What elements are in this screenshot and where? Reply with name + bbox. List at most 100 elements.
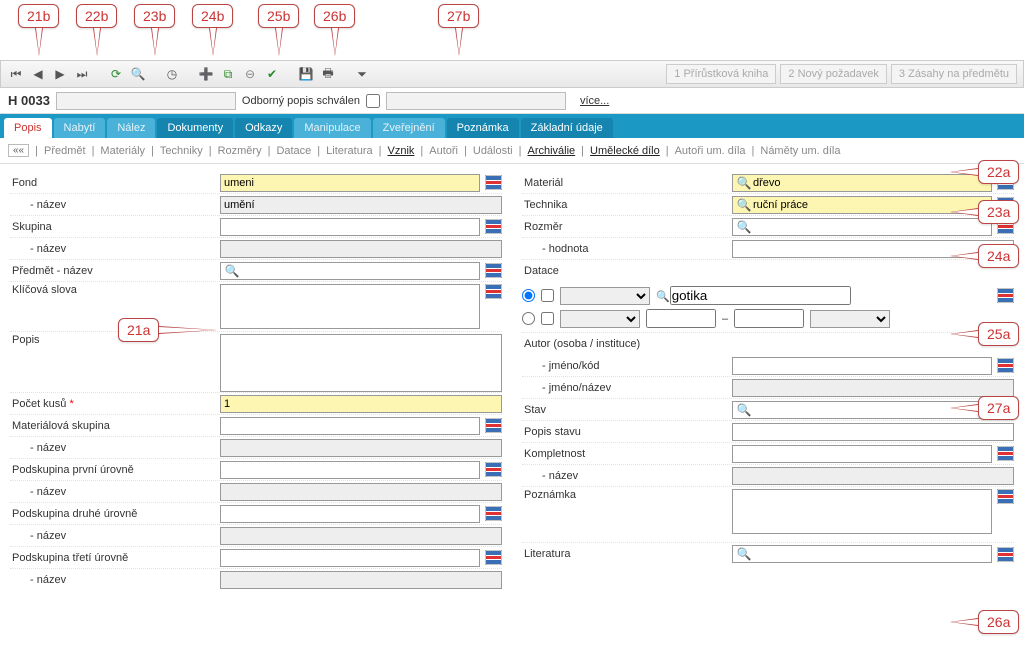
magnifier-icon[interactable]: 🔍 <box>735 196 753 214</box>
lookup-icon[interactable] <box>485 219 502 234</box>
datace-cb-2[interactable] <box>541 312 554 325</box>
btn-novy-pozadavek[interactable]: 2 Nový požadavek <box>780 64 887 84</box>
tab-odkazy[interactable]: Odkazy <box>235 118 292 138</box>
btn-zasahy[interactable]: 3 Zásahy na předmětu <box>891 64 1017 84</box>
pod1-input[interactable] <box>220 461 480 479</box>
lookup-icon[interactable] <box>485 462 502 477</box>
refresh-icon[interactable]: ⟳ <box>107 65 125 83</box>
subnav-autori[interactable]: Autoři <box>429 145 458 157</box>
tab-zverejneni[interactable]: Zveřejnění <box>373 118 445 138</box>
pocet-kusu-input[interactable] <box>220 395 502 413</box>
copy-icon[interactable]: ⧉ <box>219 65 237 83</box>
more-link[interactable]: více... <box>580 95 609 107</box>
lookup-icon[interactable] <box>485 418 502 433</box>
magnifier-icon[interactable]: 🔍 <box>223 262 241 280</box>
subnav-predmet[interactable]: Předmět <box>44 145 86 157</box>
datace-radio-1[interactable] <box>522 289 535 302</box>
material-input[interactable] <box>732 174 992 192</box>
save-icon[interactable]: 💾 <box>297 65 315 83</box>
first-icon[interactable]: ⏮ <box>7 65 25 83</box>
datace-text[interactable] <box>670 286 851 305</box>
next-icon[interactable]: ▶ <box>51 65 69 83</box>
fond-nazev-input[interactable] <box>220 196 502 214</box>
jmeno-kod-input[interactable] <box>732 357 992 375</box>
datace-select-2a[interactable] <box>560 310 640 328</box>
klicova-input[interactable] <box>220 284 480 329</box>
print-icon[interactable]: 🖶 <box>319 65 337 83</box>
literatura-input[interactable] <box>732 545 992 563</box>
kompletnost-input[interactable] <box>732 445 992 463</box>
prev-icon[interactable]: ◀ <box>29 65 47 83</box>
datace-cb-1[interactable] <box>541 289 554 302</box>
pod3-nazev-input[interactable] <box>220 571 502 589</box>
tab-manipulace[interactable]: Manipulace <box>294 118 370 138</box>
subnav-rozmery[interactable]: Rozměry <box>218 145 262 157</box>
datace-to[interactable] <box>734 309 804 328</box>
datace-radio-2[interactable] <box>522 312 535 325</box>
tab-nalez[interactable]: Nález <box>107 118 155 138</box>
lookup-icon[interactable] <box>997 489 1014 504</box>
filter-icon[interactable]: ⏷ <box>353 65 371 83</box>
magnifier-icon[interactable]: 🔍 <box>656 291 670 303</box>
skupina-input[interactable] <box>220 218 480 236</box>
pod2-nazev-input[interactable] <box>220 527 502 545</box>
lookup-icon[interactable] <box>997 547 1014 562</box>
magnifier-icon[interactable]: 🔍 <box>735 401 753 419</box>
poznamka-input[interactable] <box>732 489 992 534</box>
lookup-icon[interactable] <box>485 284 502 299</box>
datace-select-2b[interactable] <box>810 310 890 328</box>
clock-icon[interactable]: ◷ <box>163 65 181 83</box>
subnav-autori-um[interactable]: Autoři um. díla <box>675 145 746 157</box>
lookup-icon[interactable] <box>485 506 502 521</box>
subnav-materialy[interactable]: Materiály <box>100 145 145 157</box>
subnav-udalosti[interactable]: Události <box>473 145 513 157</box>
tab-zakladni[interactable]: Základní údaje <box>521 118 613 138</box>
magnifier-icon[interactable]: 🔍 <box>735 174 753 192</box>
subnav-back[interactable]: «« <box>8 144 29 157</box>
header-field-2[interactable] <box>386 92 566 110</box>
lookup-icon[interactable] <box>485 550 502 565</box>
predmet-nazev-input[interactable] <box>220 262 480 280</box>
search-icon[interactable]: 🔍 <box>129 65 147 83</box>
rozmer-input[interactable] <box>732 218 992 236</box>
subnav-archivalie[interactable]: Archiválie <box>527 145 575 157</box>
last-icon[interactable]: ⏭ <box>73 65 91 83</box>
pod3-input[interactable] <box>220 549 480 567</box>
pod1-nazev-input[interactable] <box>220 483 502 501</box>
lookup-icon[interactable] <box>485 175 502 190</box>
datace-select-1[interactable] <box>560 287 650 305</box>
header-row: H 0033 Odborný popis schválen více... <box>0 88 1024 114</box>
btn-prirustkova[interactable]: 1 Přírůstková kniha <box>666 64 776 84</box>
add-icon[interactable]: ➕ <box>197 65 215 83</box>
tab-poznamka[interactable]: Poznámka <box>447 118 519 138</box>
popis-stavu-input[interactable] <box>732 423 1014 441</box>
check-icon[interactable]: ✔ <box>263 65 281 83</box>
tab-dokumenty[interactable]: Dokumenty <box>157 118 233 138</box>
subnav-literatura[interactable]: Literatura <box>326 145 372 157</box>
approval-checkbox[interactable] <box>366 94 380 108</box>
subnav-techniky[interactable]: Techniky <box>160 145 203 157</box>
lookup-icon[interactable] <box>997 288 1014 303</box>
tab-nabyti[interactable]: Nabytí <box>54 118 106 138</box>
remove-icon[interactable]: ⊖ <box>241 65 259 83</box>
popis-input[interactable] <box>220 334 502 392</box>
lookup-icon[interactable] <box>997 446 1014 461</box>
lookup-icon[interactable] <box>485 263 502 278</box>
subnav-vznik[interactable]: Vznik <box>388 145 415 157</box>
lookup-icon[interactable] <box>997 358 1014 373</box>
subnav-umdilo[interactable]: Umělecké dílo <box>590 145 660 157</box>
header-field-1[interactable] <box>56 92 236 110</box>
kompl-nazev-input[interactable] <box>732 467 1014 485</box>
jmeno-nazev-input[interactable] <box>732 379 1014 397</box>
skupina-nazev-input[interactable] <box>220 240 502 258</box>
tab-popis[interactable]: Popis <box>4 118 52 138</box>
subnav-datace[interactable]: Datace <box>276 145 311 157</box>
pod2-input[interactable] <box>220 505 480 523</box>
magnifier-icon[interactable]: 🔍 <box>735 218 753 236</box>
fond-input[interactable] <box>220 174 480 192</box>
mat-skup-nazev-input[interactable] <box>220 439 502 457</box>
mat-skup-input[interactable] <box>220 417 480 435</box>
magnifier-icon[interactable]: 🔍 <box>735 545 753 563</box>
subnav-namety[interactable]: Náměty um. díla <box>760 145 840 157</box>
datace-from[interactable] <box>646 309 716 328</box>
